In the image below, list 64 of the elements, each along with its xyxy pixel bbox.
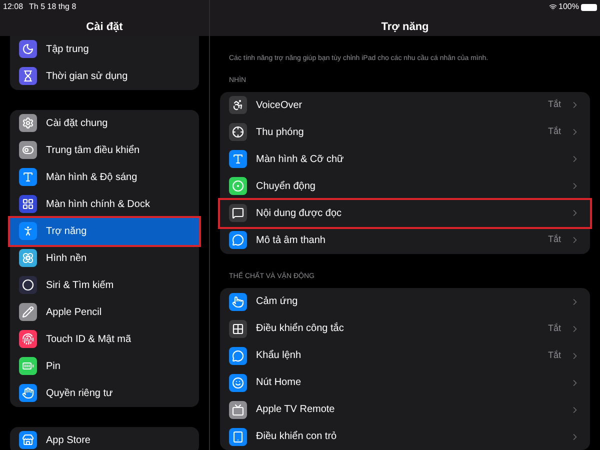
- item-label: Trung tâm điều khiển: [46, 144, 140, 158]
- settings-row[interactable]: Nút Home: [220, 369, 590, 396]
- item-label: Apple Pencil: [46, 306, 102, 320]
- battery-icon: [581, 4, 597, 10]
- settings-row[interactable]: Apple TV Remote: [220, 396, 590, 423]
- item-label: Màn hình & Độ sáng: [46, 170, 138, 184]
- settings-row[interactable]: Mô tả âm thanh Tắt: [220, 226, 590, 254]
- row-label: Khẩu lệnh: [256, 348, 302, 363]
- row-label: Điều khiển con trỏ: [256, 430, 338, 444]
- sidebar-item[interactable]: Pin: [10, 352, 199, 380]
- settings-row[interactable]: VoiceOver Tắt: [220, 92, 590, 118]
- sidebar-item[interactable]: Quyền riêng tư: [10, 380, 199, 406]
- settings-row[interactable]: Khẩu lệnh Tắt: [220, 342, 590, 369]
- row-label: Nội dung được đọc: [256, 206, 343, 220]
- row-label: Thu phóng: [256, 126, 305, 140]
- item-label: Siri & Tìm kiếm: [46, 278, 114, 292]
- page-title: Trợ năng: [381, 20, 429, 35]
- sidebar-item[interactable]: Trợ năng: [10, 218, 199, 244]
- item-label: Tập trung: [46, 42, 89, 56]
- row-value: Tắt: [548, 125, 561, 138]
- status-date: Th 5 18 thg 8: [29, 1, 76, 13]
- sidebar-item[interactable]: Màn hình chính & Dock: [10, 190, 199, 218]
- settings-row[interactable]: Thu phóng Tắt: [220, 118, 590, 146]
- sidebar-item[interactable]: Tập trung: [10, 36, 199, 62]
- sidebar-item[interactable]: Hình nền: [10, 244, 199, 272]
- row-label: Cảm ứng: [256, 295, 299, 309]
- row-label: Mô tả âm thanh: [256, 234, 326, 248]
- item-label: Quyền riêng tư: [46, 386, 113, 400]
- sidebar-item[interactable]: App Store: [10, 426, 199, 450]
- sidebar-item[interactable]: Thời gian sử dụng: [10, 62, 199, 90]
- row-value: Tắt: [548, 98, 561, 112]
- item-label: Pin: [46, 360, 60, 374]
- settings-row[interactable]: Chuyển động: [220, 172, 590, 200]
- sidebar-item[interactable]: Siri & Tìm kiếm: [10, 272, 199, 298]
- settings-row[interactable]: Màn hình & Cỡ chữ: [220, 146, 590, 172]
- battery-percent: 100%: [558, 1, 579, 13]
- row-value: Tắt: [548, 233, 561, 246]
- row-label: Nút Home: [256, 376, 302, 390]
- sidebar-item[interactable]: Trung tâm điều khiển: [10, 136, 199, 164]
- wifi-icon: [548, 3, 557, 11]
- item-label: Thời gian sử dụng: [46, 70, 128, 84]
- item-label: Cài đặt chung: [46, 116, 108, 130]
- item-label: Hình nền: [46, 252, 87, 266]
- settings-row[interactable]: Cảm ứng: [220, 288, 590, 315]
- row-label: Màn hình & Cỡ chữ: [256, 152, 345, 166]
- sidebar-title: Cài đặt: [86, 20, 123, 35]
- item-label: App Store: [46, 434, 90, 448]
- item-label: Màn hình chính & Dock: [46, 198, 150, 212]
- status-time: 12:08: [3, 1, 24, 13]
- settings-row[interactable]: Nội dung được đọc: [220, 200, 590, 226]
- settings-row[interactable]: Điều khiển công tắc Tắt: [220, 315, 590, 342]
- row-label: Chuyển động: [256, 180, 316, 194]
- item-label: Trợ năng: [46, 224, 87, 238]
- sidebar-item[interactable]: Màn hình & Độ sáng: [10, 164, 199, 190]
- row-label: Điều khiển công tắc: [256, 321, 345, 336]
- sidebar-item[interactable]: Cài đặt chung: [10, 110, 199, 136]
- row-label: VoiceOver: [256, 98, 304, 112]
- row-label: Apple TV Remote: [256, 403, 336, 417]
- settings-row[interactable]: Điều khiển con trỏ: [220, 423, 590, 450]
- item-label: Touch ID & Mật mã: [46, 332, 132, 346]
- row-value: Tắt: [548, 348, 561, 362]
- row-value: Tắt: [548, 322, 561, 335]
- sidebar-item[interactable]: Touch ID & Mật mã: [10, 326, 199, 352]
- sidebar-item[interactable]: Apple Pencil: [10, 298, 199, 326]
